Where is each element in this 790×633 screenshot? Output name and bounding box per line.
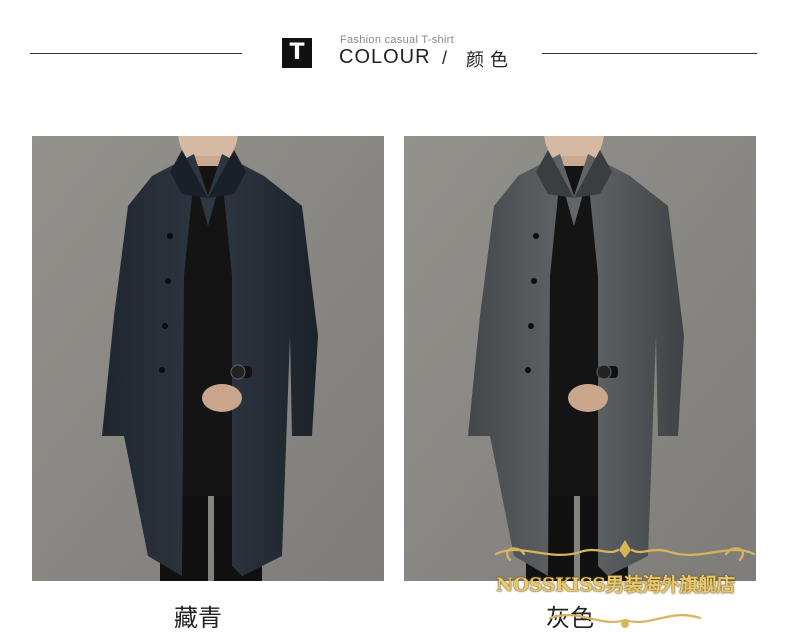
navy-coat-photo-icon	[32, 136, 384, 581]
grey-coat-photo-icon	[404, 136, 756, 581]
t-badge-icon: T	[282, 38, 312, 68]
product-photo-navy[interactable]	[32, 136, 384, 581]
header-title-en: COLOUR	[339, 46, 431, 68]
product-photo-grey[interactable]	[404, 136, 756, 581]
header-title-cn: 颜色	[466, 50, 514, 71]
header-subtitle: Fashion casual T-shirt	[340, 34, 455, 46]
store-watermark: NOSSKISS男装海外旗舰店	[496, 574, 735, 596]
header-divider-right	[542, 53, 757, 54]
color-caption-navy: 藏青	[174, 604, 222, 632]
header-separator: /	[442, 48, 448, 68]
header-divider-left	[30, 53, 242, 54]
